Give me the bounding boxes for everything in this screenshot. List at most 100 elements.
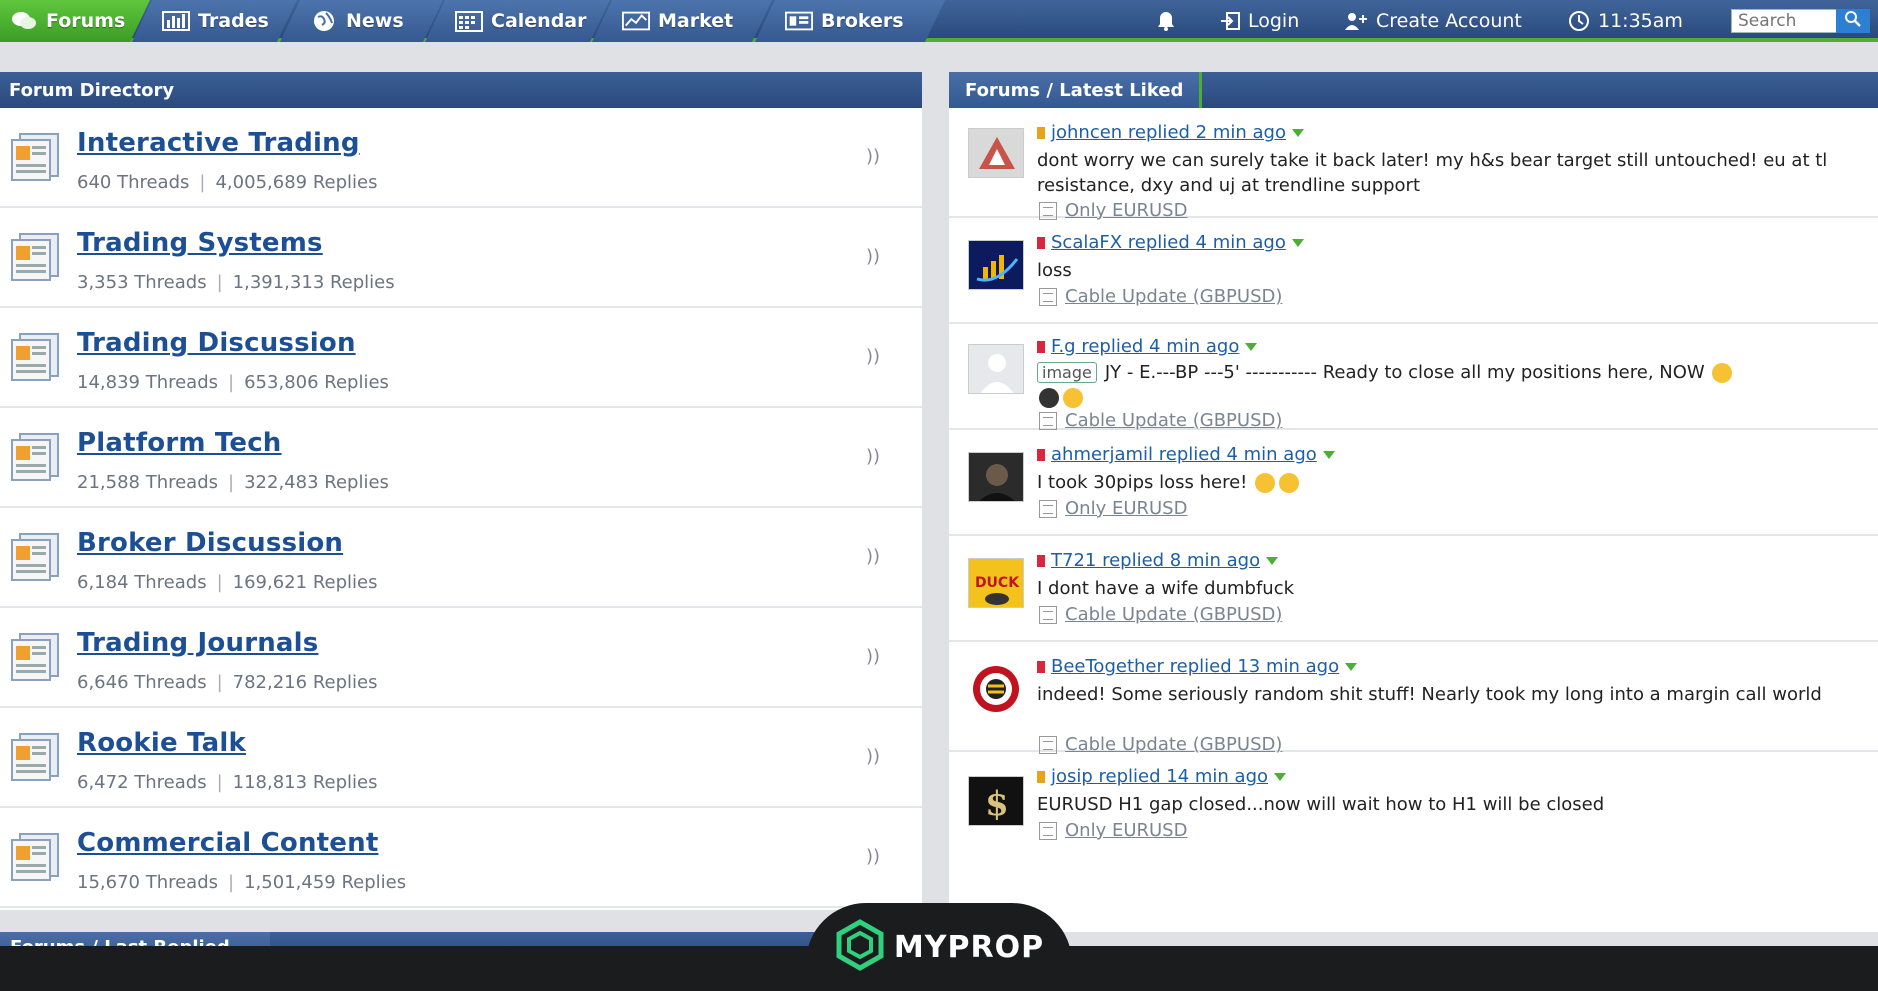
forum-title-link[interactable]: Trading Systems <box>77 228 323 258</box>
post-header: ahmerjamil replied 4 min ago <box>1037 444 1335 465</box>
forum-title-link[interactable]: Commercial Content <box>77 828 378 858</box>
forum-row[interactable]: Rookie Talk 6,472 Threads | 118,813 Replie… <box>0 708 922 808</box>
tab-calendar[interactable]: Calendar <box>425 0 610 42</box>
post-item: DUCK T721 replied 8 min ago I dont have … <box>949 536 1878 642</box>
forum-row[interactable]: Broker Discussion 6,184 Threads | 169,621 … <box>0 508 922 608</box>
post-author-link[interactable]: ahmerjamil replied 4 min ago <box>1051 444 1317 465</box>
post-header: johncen replied 2 min ago <box>1037 122 1304 143</box>
tab-forums[interactable]: Forums <box>0 0 150 42</box>
login-link[interactable]: Login <box>1220 0 1299 42</box>
post-author-link[interactable]: ScalaFX replied 4 min ago <box>1051 232 1286 253</box>
arrow-right-icon: )) <box>866 146 881 167</box>
post-author-link[interactable]: F.g replied 4 min ago <box>1051 336 1239 357</box>
brand-logo: MYPROP <box>806 903 1072 991</box>
forum-title-link[interactable]: Trading Discussion <box>77 328 356 358</box>
forum-row[interactable]: Trading Discussion 14,839 Threads | 653,80… <box>0 308 922 408</box>
dropdown-arrow-icon[interactable] <box>1345 662 1358 671</box>
forum-folder-icon <box>10 232 62 282</box>
cube-logo-icon <box>834 919 886 975</box>
avatar[interactable] <box>968 128 1024 178</box>
flag-icon <box>1037 126 1045 139</box>
avatar[interactable] <box>968 240 1024 290</box>
dropdown-arrow-icon[interactable] <box>1322 450 1335 459</box>
thread-count: 3,353 Threads <box>77 272 207 293</box>
post-item: ahmerjamil replied 4 min ago I took 30pi… <box>949 430 1878 536</box>
tab-trades[interactable]: Trades <box>132 0 297 42</box>
dropdown-arrow-icon[interactable] <box>1291 128 1304 137</box>
post-text-content: JY - E.---BP ---5' ----------- Ready to … <box>1104 362 1705 383</box>
reply-count: 118,813 Replies <box>232 772 378 793</box>
thread-icon <box>1039 605 1057 624</box>
post-author-link[interactable]: josip replied 14 min ago <box>1051 766 1268 787</box>
forum-row[interactable]: Platform Tech 21,588 Threads | 322,483 Rep… <box>0 408 922 508</box>
search-input[interactable] <box>1731 9 1837 33</box>
tab-news[interactable]: News <box>280 0 443 42</box>
reply-count: 169,621 Replies <box>232 572 378 593</box>
reply-count: 653,806 Replies <box>244 372 389 393</box>
forum-title-link[interactable]: Interactive Trading <box>77 128 360 158</box>
thread-count: 14,839 Threads <box>77 372 219 393</box>
thread-link[interactable]: Only EURUSD <box>1065 498 1187 519</box>
post-header: ScalaFX replied 4 min ago <box>1037 232 1304 253</box>
forum-row[interactable]: Trading Systems 3,353 Threads | 1,391,313 … <box>0 208 922 308</box>
forum-folder-icon <box>10 432 62 482</box>
post-author-link[interactable]: BeeTogether replied 13 min ago <box>1051 656 1339 677</box>
post-text-content: I took 30pips loss here! <box>1037 472 1248 493</box>
avatar[interactable]: $ <box>968 776 1024 826</box>
reply-count: 1,391,313 Replies <box>232 272 395 293</box>
forum-row[interactable]: Trading Journals 6,646 Threads | 782,216 R… <box>0 608 922 708</box>
post-text: I dont have a wife dumbfuck <box>1037 578 1295 599</box>
flag-icon <box>1037 770 1045 783</box>
flag-icon <box>1037 554 1045 567</box>
forum-stats: 6,184 Threads | 169,621 Replies <box>77 572 378 593</box>
forum-title-link[interactable]: Rookie Talk <box>77 728 246 758</box>
create-account-link[interactable]: Create Account <box>1344 0 1522 42</box>
thread-icon <box>1039 201 1057 220</box>
thread-count: 21,588 Threads <box>77 472 219 493</box>
flag-icon <box>1037 660 1045 673</box>
tab-label: Market <box>658 10 734 32</box>
avatar[interactable]: DUCK <box>968 558 1024 608</box>
tab-latest-liked[interactable]: Forums / Latest Liked <box>949 72 1203 108</box>
thread-count: 640 Threads <box>77 172 190 193</box>
post-item: ScalaFX replied 4 min ago loss Cable Upd… <box>949 218 1878 324</box>
image-tag[interactable]: image <box>1037 362 1097 383</box>
thread-link[interactable]: Cable Update (GBPUSD) <box>1065 410 1282 431</box>
forum-title-link[interactable]: Trading Journals <box>77 628 318 658</box>
tab-brokers[interactable]: Brokers <box>755 0 945 42</box>
post-header: josip replied 14 min ago <box>1037 766 1287 787</box>
reply-count: 1,501,459 Replies <box>244 872 407 893</box>
dropdown-arrow-icon[interactable] <box>1266 556 1279 565</box>
thread-icon <box>1039 821 1057 840</box>
post-author-link[interactable]: johncen replied 2 min ago <box>1051 122 1286 143</box>
notifications-button[interactable] <box>1155 0 1185 42</box>
post-item: $ josip replied 14 min ago EURUSD H1 gap… <box>949 752 1878 862</box>
post-header: T721 replied 8 min ago <box>1037 550 1279 571</box>
dropdown-arrow-icon[interactable] <box>1291 238 1304 247</box>
thread-link[interactable]: Cable Update (GBPUSD) <box>1065 604 1282 625</box>
thread-icon <box>1039 735 1057 754</box>
dropdown-arrow-icon[interactable] <box>1274 772 1287 781</box>
thread-count: 6,646 Threads <box>77 672 207 693</box>
arrow-right-icon: )) <box>866 746 881 767</box>
avatar[interactable] <box>968 344 1024 394</box>
market-chart-icon <box>622 10 650 32</box>
dropdown-arrow-icon[interactable] <box>1245 342 1258 351</box>
avatar[interactable] <box>968 664 1024 714</box>
forum-row[interactable]: Commercial Content 15,670 Threads | 1,501,… <box>0 808 922 908</box>
avatar[interactable] <box>968 452 1024 502</box>
post-text: indeed! Some seriously random shit stuff… <box>1037 684 1822 705</box>
forum-folder-icon <box>10 332 62 382</box>
thread-link[interactable]: Cable Update (GBPUSD) <box>1065 286 1282 307</box>
search-button[interactable] <box>1836 9 1870 33</box>
tab-label: Brokers <box>821 10 904 32</box>
forum-row[interactable]: Interactive Trading 640 Threads | 4,005,68… <box>0 108 922 208</box>
cry-emoji-icon <box>1279 473 1300 493</box>
tab-market[interactable]: Market <box>592 0 772 42</box>
post-thread: Only EURUSD <box>1037 820 1187 841</box>
post-item: johncen replied 2 min ago dont worry we … <box>949 108 1878 221</box>
post-author-link[interactable]: T721 replied 8 min ago <box>1051 550 1260 571</box>
thread-link[interactable]: Only EURUSD <box>1065 820 1187 841</box>
forum-title-link[interactable]: Platform Tech <box>77 428 282 458</box>
forum-title-link[interactable]: Broker Discussion <box>77 528 343 558</box>
